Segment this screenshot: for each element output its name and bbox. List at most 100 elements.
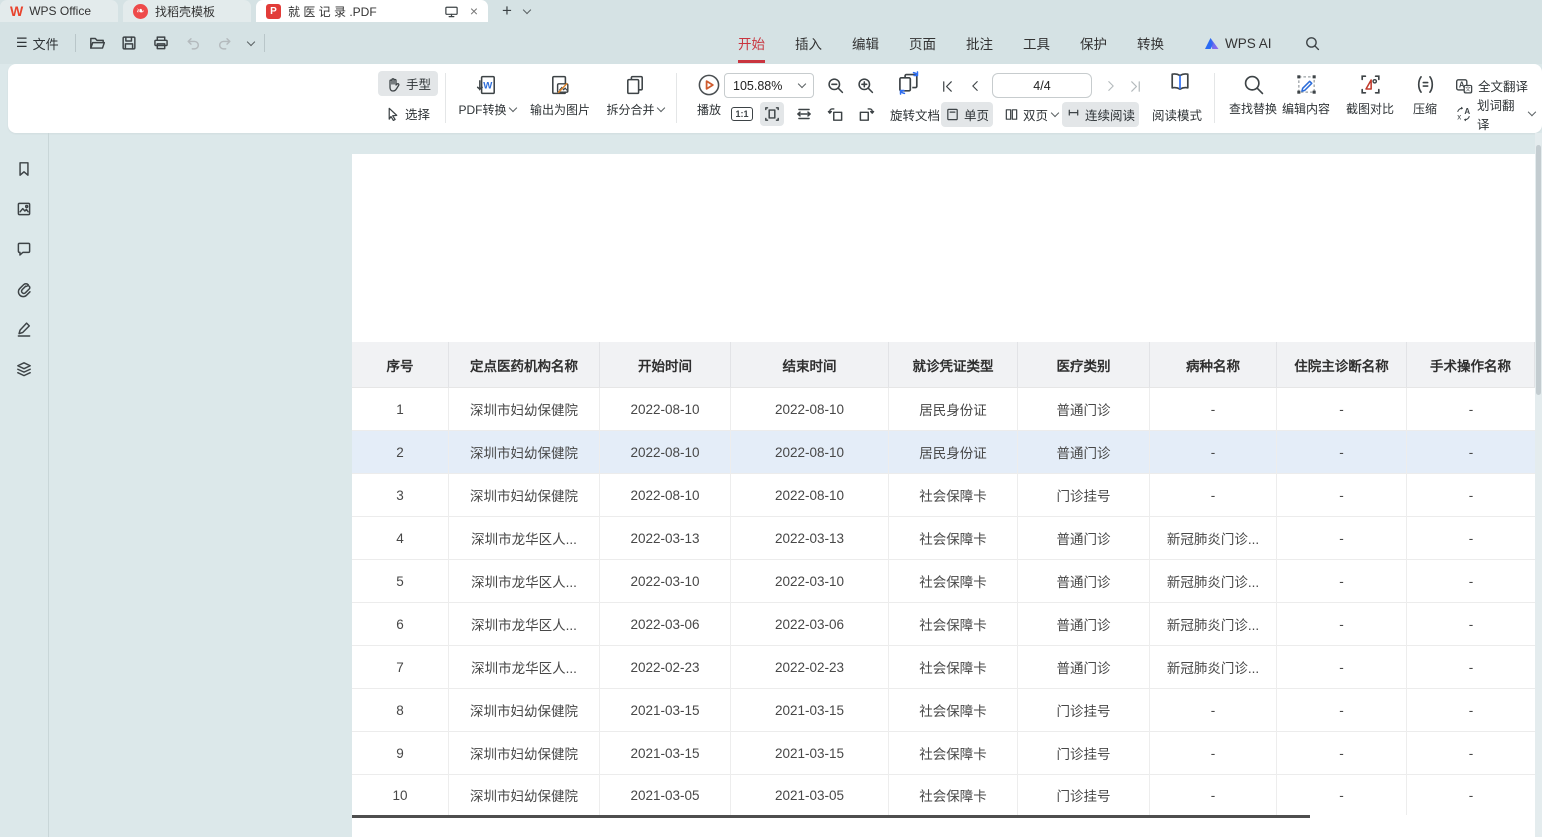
table-row[interactable]: 6深圳市龙华区人...2022-03-062022-03-06社会保障卡普通门诊… [352, 603, 1535, 646]
hand-icon [385, 76, 401, 92]
page-indicator-value: 4/4 [1033, 79, 1050, 93]
wps-logo-icon: W [10, 3, 22, 19]
table-cell: 普通门诊 [1018, 603, 1150, 646]
next-page-button[interactable] [1100, 75, 1122, 97]
search-icon[interactable] [1302, 32, 1324, 54]
table-row[interactable]: 5深圳市龙华区人...2022-03-102022-03-10社会保障卡普通门诊… [352, 560, 1535, 603]
single-page-button[interactable]: 单页 [941, 102, 993, 127]
table-cell: 2022-03-06 [731, 603, 889, 646]
menu-item-3[interactable]: 编辑 [852, 33, 879, 53]
double-page-button[interactable]: 双页 [1000, 102, 1062, 127]
table-cell: 1 [352, 388, 449, 431]
zoom-in-button[interactable] [854, 74, 876, 96]
menu-item-6[interactable]: 工具 [1023, 33, 1050, 53]
rotate-document-label: 旋转文档 [890, 105, 940, 124]
export-image-button[interactable]: 输出为图片 [524, 72, 596, 118]
table-row[interactable]: 4深圳市龙华区人...2022-03-132022-03-13社会保障卡普通门诊… [352, 517, 1535, 560]
menu-item-8[interactable]: 转换 [1137, 33, 1164, 53]
zoom-out-button[interactable] [824, 74, 846, 96]
screenshot-compare-button[interactable]: 截图对比 [1338, 72, 1402, 117]
fit-page-button[interactable] [760, 102, 784, 126]
table-cell: 普通门诊 [1018, 646, 1150, 689]
open-folder-icon[interactable] [86, 32, 108, 54]
table-cell: - [1407, 388, 1535, 431]
layers-icon[interactable] [12, 357, 36, 381]
last-page-button[interactable] [1124, 75, 1146, 97]
table-cell: - [1407, 560, 1535, 603]
attachment-icon[interactable] [12, 277, 36, 301]
full-translate-label: 全文翻译 [1478, 76, 1528, 95]
fit-width-button[interactable] [792, 102, 816, 126]
document-area[interactable]: 序号定点医药机构名称开始时间结束时间就诊凭证类型医疗类别病种名称住院主诊断名称手… [49, 133, 1542, 837]
wps-ai-button[interactable]: WPS AI [1204, 36, 1272, 51]
menu-item-1[interactable]: 开始 [738, 33, 765, 53]
table-cell: 3 [352, 474, 449, 517]
prev-page-button[interactable] [964, 75, 986, 97]
table-row[interactable]: 7深圳市龙华区人...2022-02-232022-02-23社会保障卡普通门诊… [352, 646, 1535, 689]
menu-item-4[interactable]: 页面 [909, 33, 936, 53]
rotate-document-button[interactable]: 旋转文档 [886, 102, 944, 127]
bookmark-icon[interactable] [12, 157, 36, 181]
edit-content-button[interactable]: 编辑内容 [1274, 72, 1338, 117]
table-cell: 社会保障卡 [889, 517, 1018, 560]
continuous-read-icon [1066, 107, 1081, 122]
table-row[interactable]: 10深圳市妇幼保健院2021-03-052021-03-05社会保障卡门诊挂号-… [352, 775, 1535, 815]
rotate-pages-button[interactable] [894, 72, 924, 94]
tab-list-chevron-icon[interactable] [523, 5, 531, 13]
scrollbar-thumb[interactable] [1536, 145, 1541, 395]
table-row[interactable]: 3深圳市妇幼保健院2022-08-102022-08-10社会保障卡门诊挂号--… [352, 474, 1535, 517]
page-indicator-input[interactable]: 4/4 [992, 73, 1092, 98]
table-cell: 8 [352, 689, 449, 732]
select-tool-button[interactable]: 选择 [378, 101, 437, 126]
tab-wps-home[interactable]: W WPS Office [0, 0, 118, 22]
word-translate-button[interactable]: x A 划词翻译 [1448, 101, 1542, 126]
menu-item-5[interactable]: 批注 [966, 33, 993, 53]
continuous-read-button[interactable]: 连续阅读 [1062, 102, 1139, 127]
read-mode-button[interactable]: 阅读模式 [1148, 102, 1206, 127]
redo-icon[interactable] [214, 32, 236, 54]
table-row[interactable]: 1深圳市妇幼保健院2022-08-102022-08-10居民身份证普通门诊--… [352, 388, 1535, 431]
table-cell: 10 [352, 775, 449, 815]
comment-icon[interactable] [12, 237, 36, 261]
close-tab-icon[interactable]: × [470, 3, 478, 19]
actual-size-button[interactable]: 1:1 [730, 102, 754, 126]
pdf-convert-button[interactable]: W PDF转换 [452, 72, 522, 118]
table-row[interactable]: 2深圳市妇幼保健院2022-08-102022-08-10居民身份证普通门诊--… [352, 431, 1535, 474]
separator [445, 73, 446, 123]
first-page-button[interactable] [936, 75, 958, 97]
compress-button[interactable]: 压缩 [1400, 72, 1450, 117]
print-icon[interactable] [150, 32, 172, 54]
table-cell: 社会保障卡 [889, 732, 1018, 775]
read-mode-icon[interactable] [1164, 71, 1196, 93]
table-cell: 居民身份证 [889, 431, 1018, 474]
menu-item-2[interactable]: 插入 [795, 33, 822, 53]
vertical-scrollbar[interactable] [1535, 133, 1542, 837]
rotate-left-button[interactable] [824, 102, 848, 126]
tab-document[interactable]: P 就 医 记 录 .PDF × [256, 0, 488, 22]
tab-docer[interactable]: ❧ 找稻壳模板 [123, 0, 251, 22]
pdf-file-icon: P [266, 4, 281, 19]
new-tab-button[interactable]: + [496, 1, 518, 21]
find-replace-icon [1242, 72, 1265, 97]
hand-tool-button[interactable]: 手型 [378, 71, 438, 96]
table-cell: 2022-02-23 [731, 646, 889, 689]
table-row[interactable]: 8深圳市妇幼保健院2021-03-152021-03-15社会保障卡门诊挂号--… [352, 689, 1535, 732]
zoom-level-select[interactable]: 105.88% [724, 73, 814, 98]
table-row[interactable]: 9深圳市妇幼保健院2021-03-152021-03-15社会保障卡门诊挂号--… [352, 732, 1535, 775]
svg-text:文: 文 [1465, 85, 1471, 93]
table-cell: 2021-03-15 [600, 689, 731, 732]
signature-icon[interactable] [12, 317, 36, 341]
double-page-icon [1004, 107, 1019, 122]
quickbar-chevron-icon[interactable] [246, 37, 254, 45]
table-cell: - [1277, 431, 1407, 474]
separator [75, 34, 76, 52]
menu-item-7[interactable]: 保护 [1080, 33, 1107, 53]
menu-items: 开始 插入 编辑 页面 批注 工具 保护 转换 [738, 22, 1164, 64]
thumbnail-icon[interactable] [12, 197, 36, 221]
undo-icon[interactable] [182, 32, 204, 54]
split-merge-button[interactable]: 拆分合并 [598, 72, 672, 118]
screen-cast-icon[interactable] [441, 0, 463, 22]
save-icon[interactable] [118, 32, 140, 54]
rotate-right-button[interactable] [854, 102, 878, 126]
file-menu-button[interactable]: ☰ 文件 [10, 30, 65, 57]
